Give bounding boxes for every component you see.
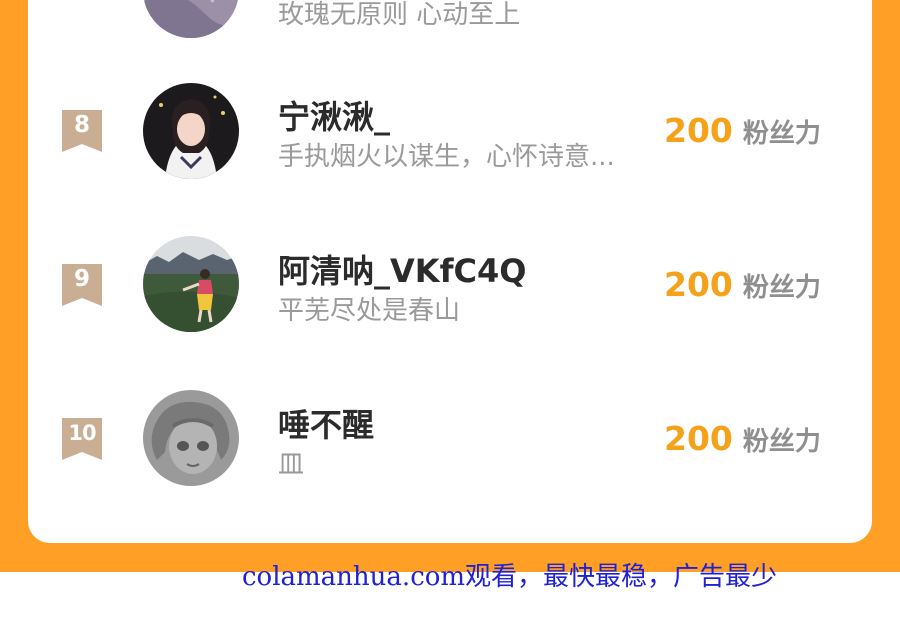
avatar[interactable] bbox=[143, 390, 239, 486]
username[interactable]: 唾不醒 bbox=[278, 400, 374, 446]
score-value: 200 bbox=[664, 111, 733, 150]
rank-badge: 9 bbox=[60, 262, 104, 306]
avatar[interactable] bbox=[143, 0, 239, 38]
user-bio: 皿 bbox=[278, 450, 305, 480]
rank-badge: 10 bbox=[60, 416, 104, 460]
ranking-row-9[interactable]: 9 阿清呐_VKfC4Q 平芜尽处是春山 200 粉丝力 bbox=[28, 236, 872, 346]
ranking-list: 玫瑰无原则 心动至上 8 宁湫湫_ 手执烟火以谋生，心怀诗意... 200 粉丝… bbox=[28, 0, 872, 543]
field-runner-avatar-icon bbox=[143, 236, 239, 332]
fan-power-score: 200 粉丝力 bbox=[664, 265, 821, 304]
score-unit: 粉丝力 bbox=[742, 427, 821, 457]
ranking-row-7[interactable]: 玫瑰无原则 心动至上 bbox=[28, 0, 872, 52]
site-watermark: colamanhua.com观看，最快最稳，广告最少 bbox=[242, 562, 778, 592]
user-bio: 玫瑰无原则 心动至上 bbox=[278, 0, 521, 30]
rank-badge: 8 bbox=[60, 108, 104, 152]
username[interactable]: 宁湫湫_ bbox=[278, 92, 390, 138]
fan-power-score: 200 粉丝力 bbox=[664, 111, 821, 150]
username[interactable]: 阿清呐_VKfC4Q bbox=[278, 246, 526, 292]
user-avatar-icon bbox=[143, 0, 239, 38]
fan-power-score: 200 粉丝力 bbox=[664, 419, 821, 458]
score-unit: 粉丝力 bbox=[742, 119, 821, 149]
rank-number: 9 bbox=[73, 266, 90, 292]
rank-number: 8 bbox=[73, 112, 90, 138]
anime-sketch-avatar-icon bbox=[143, 390, 239, 486]
score-value: 200 bbox=[664, 419, 733, 458]
girl-portrait-avatar-icon bbox=[143, 83, 239, 179]
fan-ranking-card: 玫瑰无原则 心动至上 8 宁湫湫_ 手执烟火以谋生，心怀诗意... 200 粉丝… bbox=[28, 0, 872, 543]
ranking-row-10[interactable]: 10 唾不醒 皿 200 粉丝力 bbox=[28, 390, 872, 500]
ranking-row-8[interactable]: 8 宁湫湫_ 手执烟火以谋生，心怀诗意... 200 粉丝力 bbox=[28, 82, 872, 192]
rank-number: 10 bbox=[68, 421, 96, 445]
user-bio: 平芜尽处是春山 bbox=[278, 296, 461, 326]
score-value: 200 bbox=[664, 265, 733, 304]
avatar[interactable] bbox=[143, 236, 239, 332]
user-bio: 手执烟火以谋生，心怀诗意... bbox=[278, 142, 615, 172]
avatar[interactable] bbox=[143, 83, 239, 179]
score-unit: 粉丝力 bbox=[742, 273, 821, 303]
